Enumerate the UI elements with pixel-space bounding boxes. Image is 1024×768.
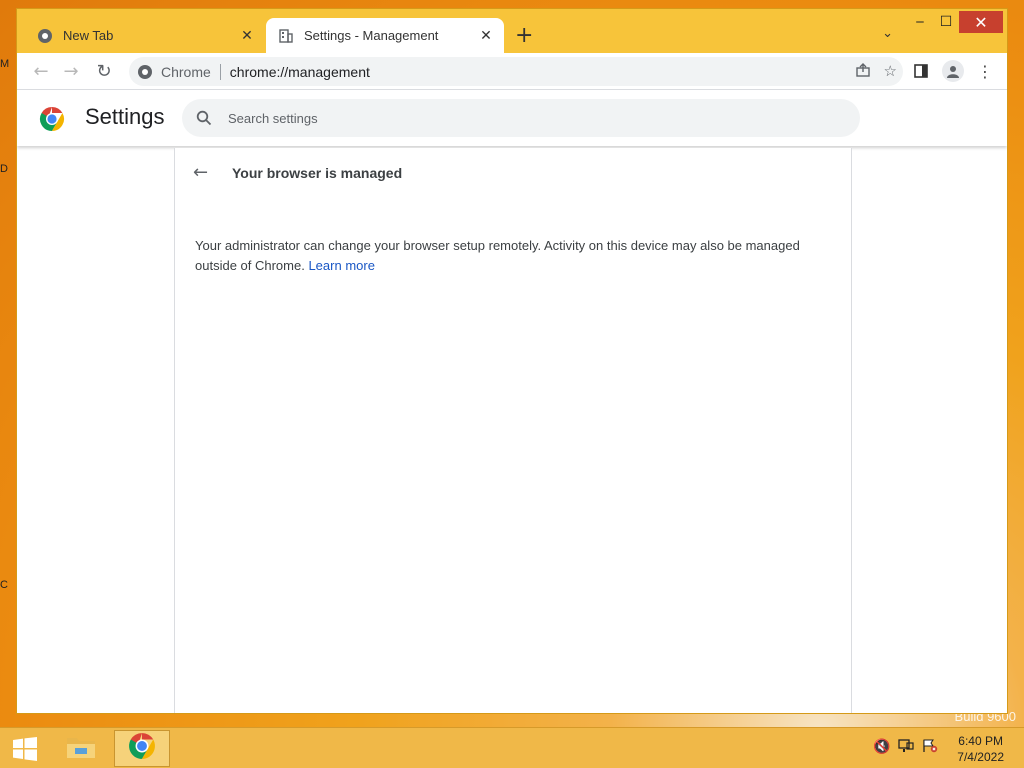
- windows-taskbar: 🔇 6:40 PM 7/4/2022: [0, 727, 1024, 768]
- desktop-icon-label-fragment[interactable]: C: [0, 579, 8, 591]
- settings-header: Settings: [17, 90, 1007, 146]
- desktop-icon-label-fragment[interactable]: D: [0, 163, 8, 175]
- description-text: Your administrator can change your brows…: [195, 238, 800, 273]
- browser-toolbar: ← → ↻ Chrome chrome://management ☆ ⋮: [17, 53, 1007, 90]
- side-panel-icon[interactable]: [909, 58, 933, 84]
- folder-icon: [65, 732, 97, 765]
- profile-avatar-button[interactable]: [940, 58, 966, 84]
- new-tab-button[interactable]: +: [515, 25, 533, 47]
- site-chip-label: Chrome: [161, 63, 211, 80]
- system-clock[interactable]: 6:40 PM 7/4/2022: [957, 733, 1004, 765]
- learn-more-link[interactable]: Learn more: [308, 258, 374, 273]
- search-input[interactable]: [226, 109, 830, 127]
- tab-strip: New Tab ✕ Settings - Management ✕ + ⌄ ‒ …: [17, 9, 1007, 53]
- clock-date: 7/4/2022: [957, 750, 1004, 764]
- back-button[interactable]: ←: [29, 60, 53, 82]
- close-tab-icon[interactable]: ✕: [239, 28, 255, 44]
- window-controls: ‒ ☐ ✕: [907, 11, 1003, 33]
- tab-label: Settings - Management: [304, 28, 439, 43]
- desktop-icon-label-fragment[interactable]: M: [0, 58, 9, 70]
- url-text[interactable]: chrome://management: [230, 64, 370, 80]
- windows-start-icon[interactable]: [12, 737, 38, 761]
- back-arrow-icon[interactable]: ←: [193, 162, 208, 183]
- volume-muted-icon[interactable]: 🔇: [873, 739, 890, 755]
- maximize-button[interactable]: ☐: [933, 11, 959, 33]
- address-bar[interactable]: Chrome chrome://management ☆: [129, 57, 903, 86]
- browser-window: New Tab ✕ Settings - Management ✕ + ⌄ ‒ …: [16, 8, 1008, 714]
- management-card: ← Your browser is managed Your administr…: [174, 148, 852, 713]
- search-icon: [194, 108, 214, 128]
- action-center-flag-icon[interactable]: [922, 739, 938, 757]
- close-window-button[interactable]: ✕: [959, 11, 1003, 33]
- chrome-icon: [37, 28, 53, 44]
- tab-label: New Tab: [63, 28, 114, 43]
- section-title: Your browser is managed: [232, 165, 403, 181]
- taskbar-chrome[interactable]: [114, 730, 170, 767]
- reload-button[interactable]: ↻: [92, 60, 116, 82]
- chrome-icon: [137, 64, 153, 80]
- more-menu-icon[interactable]: ⋮: [975, 58, 995, 84]
- management-description: Your administrator can change your brows…: [195, 236, 815, 276]
- minimize-button[interactable]: ‒: [907, 11, 933, 33]
- bookmark-star-icon[interactable]: ☆: [884, 62, 897, 80]
- close-tab-icon[interactable]: ✕: [478, 28, 494, 44]
- share-icon[interactable]: [855, 62, 871, 82]
- tab-search-chevron-icon[interactable]: ⌄: [882, 26, 893, 41]
- settings-search-box[interactable]: [182, 99, 860, 137]
- clock-time: 6:40 PM: [958, 734, 1003, 748]
- forward-button[interactable]: →: [59, 60, 83, 82]
- address-separator: [219, 63, 221, 80]
- tab-settings-management[interactable]: Settings - Management ✕: [266, 18, 504, 53]
- chrome-logo-icon: [39, 106, 65, 132]
- network-icon[interactable]: [898, 739, 914, 757]
- tab-new-tab[interactable]: New Tab ✕: [25, 18, 265, 53]
- page-title: Settings: [85, 104, 165, 129]
- taskbar-file-explorer[interactable]: [53, 730, 109, 767]
- avatar: [942, 60, 964, 82]
- settings-page: Settings ← Your browser is managed Your …: [17, 90, 1007, 713]
- management-building-icon: [278, 28, 294, 44]
- chrome-icon: [128, 732, 156, 765]
